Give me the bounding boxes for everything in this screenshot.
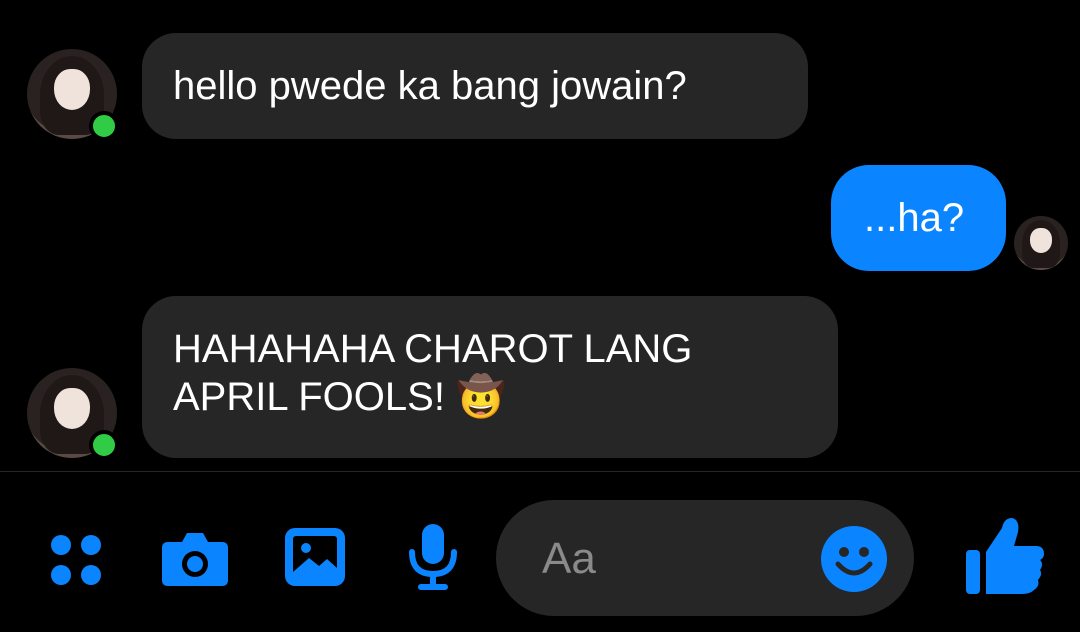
gallery-icon[interactable]	[283, 526, 347, 588]
message-text-line: HAHAHAHA CHAROT LANG	[173, 327, 693, 371]
message-composer[interactable]	[496, 500, 914, 616]
incoming-message-bubble[interactable]: HAHAHAHA CHAROT LANG APRIL FOOLS! 🤠	[142, 296, 838, 458]
contact-avatar[interactable]	[27, 49, 119, 141]
apps-icon[interactable]	[48, 532, 104, 588]
message-text-line: APRIL FOOLS! 🤠	[173, 375, 506, 419]
contact-avatar[interactable]	[27, 368, 119, 460]
camera-icon[interactable]	[160, 528, 230, 588]
outgoing-message-bubble[interactable]: ...ha?	[831, 165, 1006, 271]
online-status-indicator	[89, 111, 119, 141]
composer-divider	[0, 471, 1080, 472]
seen-receipt-avatar	[1014, 216, 1068, 270]
microphone-icon[interactable]	[404, 522, 462, 592]
message-input[interactable]	[540, 530, 804, 588]
message-text: ...ha?	[864, 196, 965, 240]
emoji-icon[interactable]	[821, 526, 887, 592]
thumbs-up-icon[interactable]	[964, 514, 1046, 598]
cowboy-emoji-icon: 🤠	[456, 375, 506, 419]
incoming-message-bubble[interactable]: hello pwede ka bang jowain?	[142, 33, 808, 139]
online-status-indicator	[89, 430, 119, 460]
message-text: hello pwede ka bang jowain?	[173, 64, 687, 108]
